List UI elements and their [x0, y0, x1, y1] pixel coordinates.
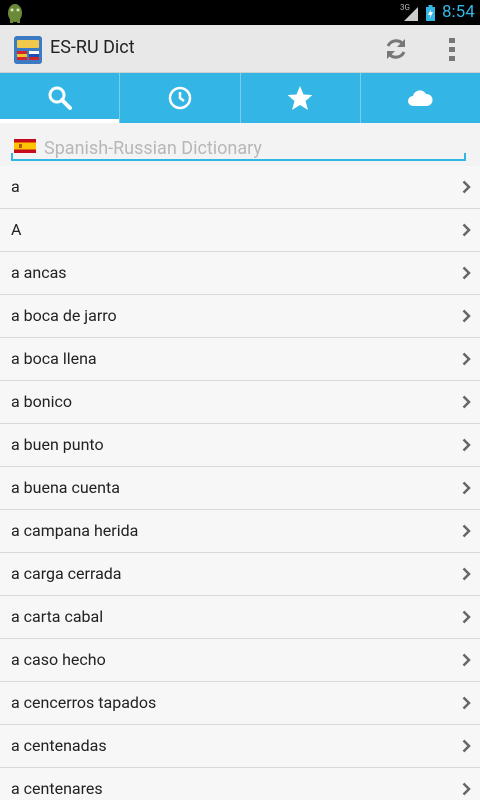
search-icon: [48, 86, 72, 110]
word-list[interactable]: a Aa ancas a boca de jarro a boca llena a bo…: [0, 166, 480, 800]
refresh-icon[interactable]: [383, 36, 409, 62]
list-item[interactable]: a campana herida: [0, 510, 480, 553]
search-bar: [0, 123, 480, 166]
list-item[interactable]: a carga cerrada: [0, 553, 480, 596]
chevron-right-icon: [462, 524, 471, 538]
list-item[interactable]: a ancas: [0, 252, 480, 295]
app-title: ES-RU Dict: [50, 37, 135, 58]
word-label: a ancas: [11, 263, 67, 282]
chevron-right-icon: [462, 782, 471, 796]
list-item[interactable]: a centenadas: [0, 725, 480, 768]
overflow-menu-icon[interactable]: [446, 37, 458, 61]
spain-flag-icon: [14, 139, 36, 153]
chevron-right-icon: [462, 223, 471, 237]
app-logo-icon[interactable]: [14, 36, 42, 64]
chevron-right-icon: [462, 438, 471, 452]
word-label: a caso hecho: [11, 650, 106, 669]
chevron-right-icon: [462, 352, 471, 366]
list-item[interactable]: a bonico: [0, 381, 480, 424]
tab-favorites[interactable]: [241, 73, 361, 123]
chevron-right-icon: [462, 567, 471, 581]
chevron-right-icon: [462, 395, 471, 409]
word-label: a campana herida: [11, 521, 139, 540]
search-input[interactable]: [44, 135, 464, 161]
star-icon: [287, 86, 313, 110]
tab-bar: [0, 73, 480, 123]
list-item[interactable]: a boca de jarro: [0, 295, 480, 338]
word-label: a cencerros tapados: [11, 693, 157, 712]
chevron-right-icon: [462, 653, 471, 667]
word-label: A: [11, 220, 22, 239]
chevron-right-icon: [462, 266, 471, 280]
list-item[interactable]: a buena cuenta: [0, 467, 480, 510]
clock-icon: [168, 86, 192, 110]
list-item[interactable]: A: [0, 209, 480, 252]
list-item[interactable]: a cencerros tapados: [0, 682, 480, 725]
word-label: a centenares: [11, 779, 103, 798]
chevron-right-icon: [462, 481, 471, 495]
list-item[interactable]: a boca llena: [0, 338, 480, 381]
word-label: a carta cabal: [11, 607, 104, 626]
word-label: a centenadas: [11, 736, 107, 755]
tab-cloud[interactable]: [361, 73, 480, 123]
chevron-right-icon: [462, 610, 471, 624]
word-label: a boca llena: [11, 349, 97, 368]
word-label: a buen punto: [11, 435, 104, 454]
list-item[interactable]: a centenares: [0, 768, 480, 800]
android-notification-icon: [8, 4, 22, 23]
word-label: a: [11, 177, 20, 196]
cloud-icon: [408, 90, 433, 106]
tab-history[interactable]: [120, 73, 241, 123]
word-label: a boca de jarro: [11, 306, 117, 325]
list-item[interactable]: a carta cabal: [0, 596, 480, 639]
list-item[interactable]: a caso hecho: [0, 639, 480, 682]
search-underline-left: [11, 153, 13, 161]
tab-search[interactable]: [0, 73, 121, 123]
status-bar: 3G 8:54: [0, 0, 480, 25]
list-item[interactable]: a: [0, 166, 480, 209]
word-label: a bonico: [11, 392, 73, 411]
chevron-right-icon: [462, 696, 471, 710]
battery-icon: [426, 5, 435, 21]
chevron-right-icon: [462, 739, 471, 753]
word-label: a buena cuenta: [11, 478, 120, 497]
clock: 8:54: [442, 2, 475, 22]
chevron-right-icon: [462, 309, 471, 323]
chevron-right-icon: [462, 180, 471, 194]
list-item[interactable]: a buen punto: [0, 424, 480, 467]
signal-icon: [404, 7, 418, 21]
word-label: a carga cerrada: [11, 564, 122, 583]
search-underline-right: [464, 153, 466, 161]
search-underline: [11, 159, 466, 161]
action-bar: ES-RU Dict: [0, 25, 480, 73]
